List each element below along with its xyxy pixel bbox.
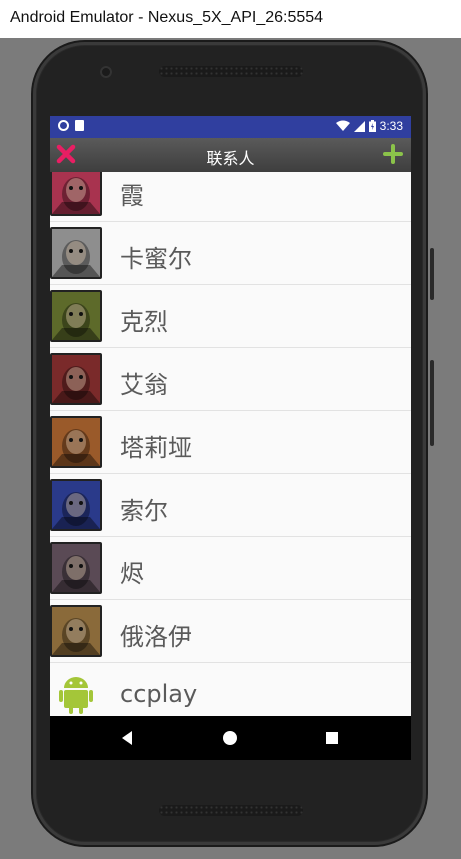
- window-title-bar: Android Emulator - Nexus_5X_API_26:5554: [0, 0, 461, 38]
- front-camera: [100, 66, 112, 78]
- contact-name: 艾翁: [120, 371, 168, 399]
- champion-portrait-icon: [50, 416, 102, 468]
- champion-portrait-icon: [50, 290, 102, 342]
- battery-icon: [368, 120, 376, 132]
- contact-name: 索尔: [120, 497, 168, 525]
- champion-portrait-icon: [50, 605, 102, 657]
- contact-row[interactable]: 俄洛伊: [50, 600, 411, 663]
- champion-portrait-icon: [50, 479, 102, 531]
- contact-name: 卡蜜尔: [120, 245, 192, 273]
- contact-row[interactable]: 霞: [50, 172, 411, 222]
- toolbar-title: 联系人: [206, 149, 255, 168]
- contact-name: 烬: [120, 560, 144, 588]
- status-bar: 3:33: [50, 116, 411, 138]
- contact-list[interactable]: 霞卡蜜尔克烈艾翁塔莉垭索尔烬俄洛伊 ccplay: [50, 172, 411, 716]
- window-title: Android Emulator - Nexus_5X_API_26:5554: [10, 9, 324, 26]
- volume-button[interactable]: [430, 360, 434, 446]
- contact-name: ccplay: [120, 680, 198, 708]
- contact-row[interactable]: 塔莉垭: [50, 411, 411, 474]
- contact-row[interactable]: 克烈: [50, 285, 411, 348]
- champion-portrait-icon: [50, 542, 102, 594]
- contact-row[interactable]: 艾翁: [50, 348, 411, 411]
- power-button[interactable]: [430, 248, 434, 300]
- champion-portrait-icon: [50, 353, 102, 405]
- signal-icon: [353, 120, 365, 132]
- sync-circle-icon: [58, 120, 69, 131]
- champion-portrait-icon: [50, 227, 102, 279]
- champion-portrait-icon: [50, 172, 102, 216]
- plus-icon[interactable]: [381, 142, 405, 166]
- device-screen: 3:33 联系人 霞卡蜜尔克烈艾翁塔莉垭索尔烬俄洛伊 ccplay: [50, 116, 411, 760]
- back-icon[interactable]: [118, 728, 138, 748]
- contact-name: 霞: [120, 182, 144, 210]
- bottom-speaker: [159, 805, 303, 816]
- wifi-icon: [335, 120, 350, 131]
- contact-name: 塔莉垭: [120, 434, 192, 462]
- status-clock: 3:33: [379, 119, 403, 133]
- contact-name: 俄洛伊: [120, 623, 192, 651]
- contact-row[interactable]: ccplay: [50, 663, 411, 716]
- navigation-bar: [50, 716, 411, 760]
- top-speaker: [159, 66, 303, 77]
- contact-row[interactable]: 卡蜜尔: [50, 222, 411, 285]
- recents-icon[interactable]: [322, 728, 342, 748]
- sd-card-icon: [75, 120, 84, 131]
- contact-name: 克烈: [120, 308, 168, 336]
- contact-row[interactable]: 索尔: [50, 474, 411, 537]
- home-icon[interactable]: [220, 728, 240, 748]
- android-robot-icon: [50, 668, 102, 716]
- app-toolbar: 联系人: [50, 138, 411, 172]
- contact-row[interactable]: 烬: [50, 537, 411, 600]
